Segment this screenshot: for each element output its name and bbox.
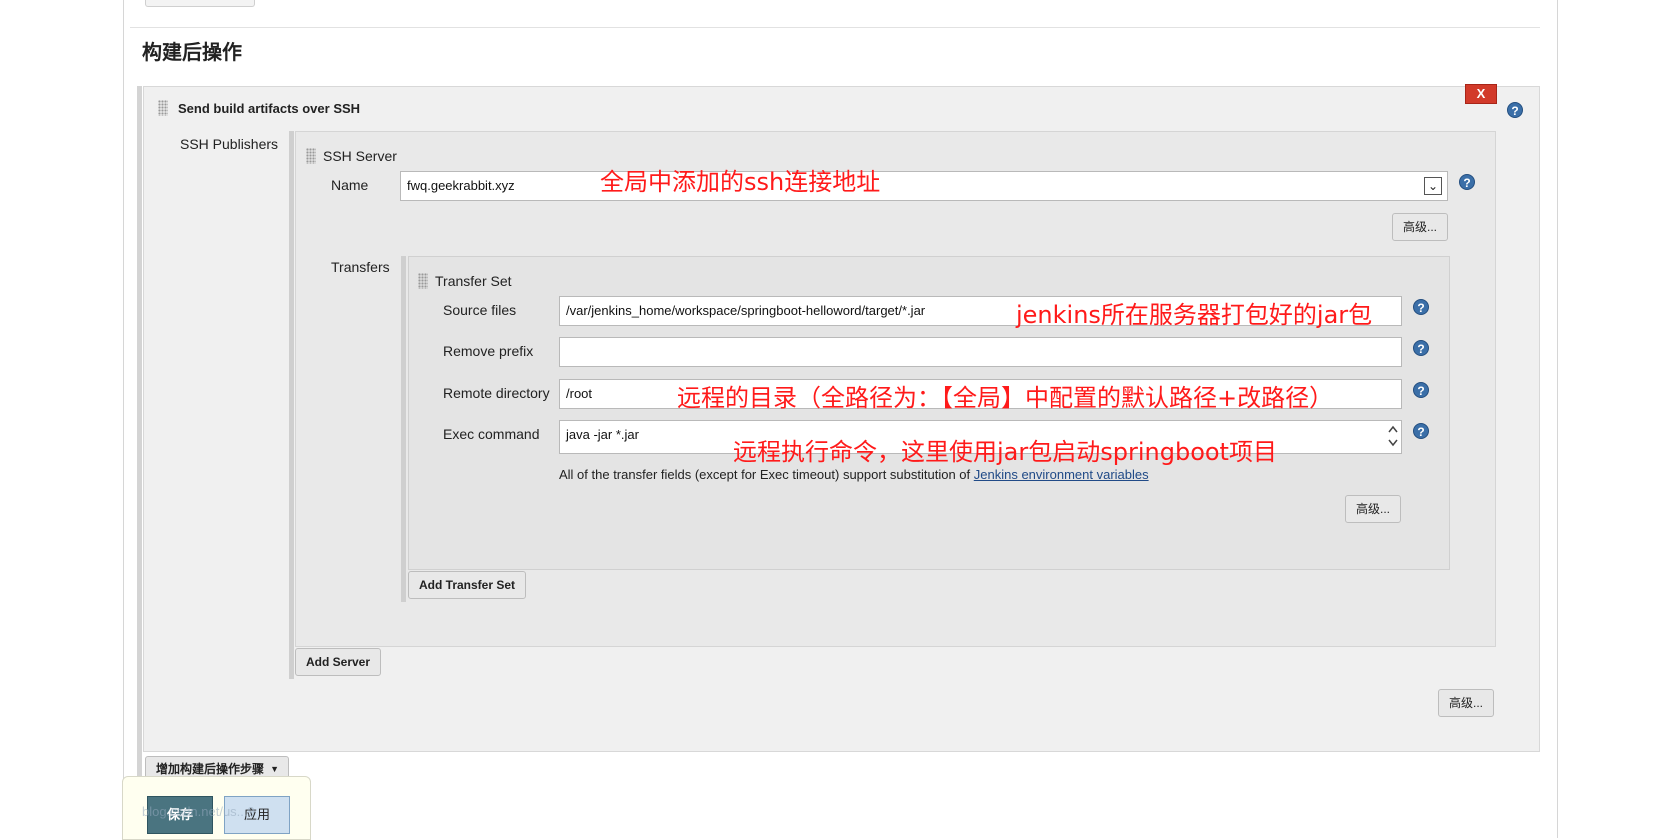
delete-step-button[interactable]: X — [1465, 84, 1497, 104]
watermark: blog.csdn.net/us...9 — [142, 804, 255, 819]
env-variables-link[interactable]: Jenkins environment variables — [974, 467, 1149, 482]
transfer-note-text: All of the transfer fields (except for E… — [559, 467, 974, 482]
annotation-name-note: 全局中添加的ssh连接地址 — [600, 168, 881, 196]
section-separator — [130, 27, 1540, 28]
page-title: 构建后操作 — [142, 40, 242, 64]
exec-command-label: Exec command — [443, 426, 540, 442]
drag-handle-icon[interactable] — [418, 273, 428, 289]
previous-section-button-stub[interactable] — [145, 0, 255, 7]
remote-directory-label: Remote directory — [443, 385, 550, 401]
add-transfer-set-button[interactable]: Add Transfer Set — [408, 571, 526, 599]
name-label: Name — [331, 177, 369, 193]
remove-prefix-label: Remove prefix — [443, 343, 534, 359]
annotation-exec-note: 远程执行命令，这里使用jar包启动springboot项目 — [733, 438, 1277, 466]
help-icon[interactable]: ? — [1507, 102, 1523, 118]
drag-handle-icon[interactable] — [306, 148, 316, 164]
help-icon[interactable]: ? — [1459, 174, 1475, 190]
help-icon[interactable]: ? — [1413, 423, 1429, 439]
remote-directory-value: /root — [566, 386, 593, 401]
help-icon[interactable]: ? — [1413, 382, 1429, 398]
publishers-bar — [289, 131, 294, 679]
add-server-button[interactable]: Add Server — [295, 648, 381, 676]
help-icon[interactable]: ? — [1413, 299, 1429, 315]
transfer-set-header: Transfer Set — [435, 273, 512, 289]
annotation-remote-note: 远程的目录（全路径为：【全局】中配置的默认路径+改路径） — [677, 384, 1334, 412]
drag-handle-icon[interactable] — [158, 100, 168, 116]
step-title: Send build artifacts over SSH — [178, 101, 361, 116]
server-name-value: fwq.geekrabbit.xyz — [407, 178, 515, 193]
transfers-bar — [401, 256, 406, 602]
server-advanced-button[interactable]: 高级... — [1392, 213, 1448, 241]
transfer-advanced-button[interactable]: 高级... — [1345, 495, 1401, 523]
annotation-source-note: jenkins所在服务器打包好的jar包 — [1016, 301, 1373, 329]
exec-command-value: java -jar *.jar — [566, 427, 639, 442]
step-advanced-button[interactable]: 高级... — [1438, 689, 1494, 717]
chevron-down-icon[interactable]: ⌄ — [1424, 177, 1442, 195]
transfers-label: Transfers — [331, 259, 390, 275]
ssh-server-header: SSH Server — [323, 148, 397, 164]
source-files-label: Source files — [443, 302, 517, 318]
remove-prefix-input[interactable] — [559, 337, 1402, 367]
transfer-fields-note: All of the transfer fields (except for E… — [559, 467, 1149, 482]
ssh-publishers-label: SSH Publishers — [180, 136, 279, 152]
step-left-bar — [137, 86, 142, 786]
help-icon[interactable]: ? — [1413, 340, 1429, 356]
spinner-arrows-icon[interactable] — [1386, 423, 1400, 449]
source-files-value: /var/jenkins_home/workspace/springboot-h… — [566, 303, 926, 318]
server-name-select[interactable]: fwq.geekrabbit.xyz — [400, 171, 1448, 201]
add-post-build-label: 增加构建后操作步骤 — [156, 762, 265, 776]
